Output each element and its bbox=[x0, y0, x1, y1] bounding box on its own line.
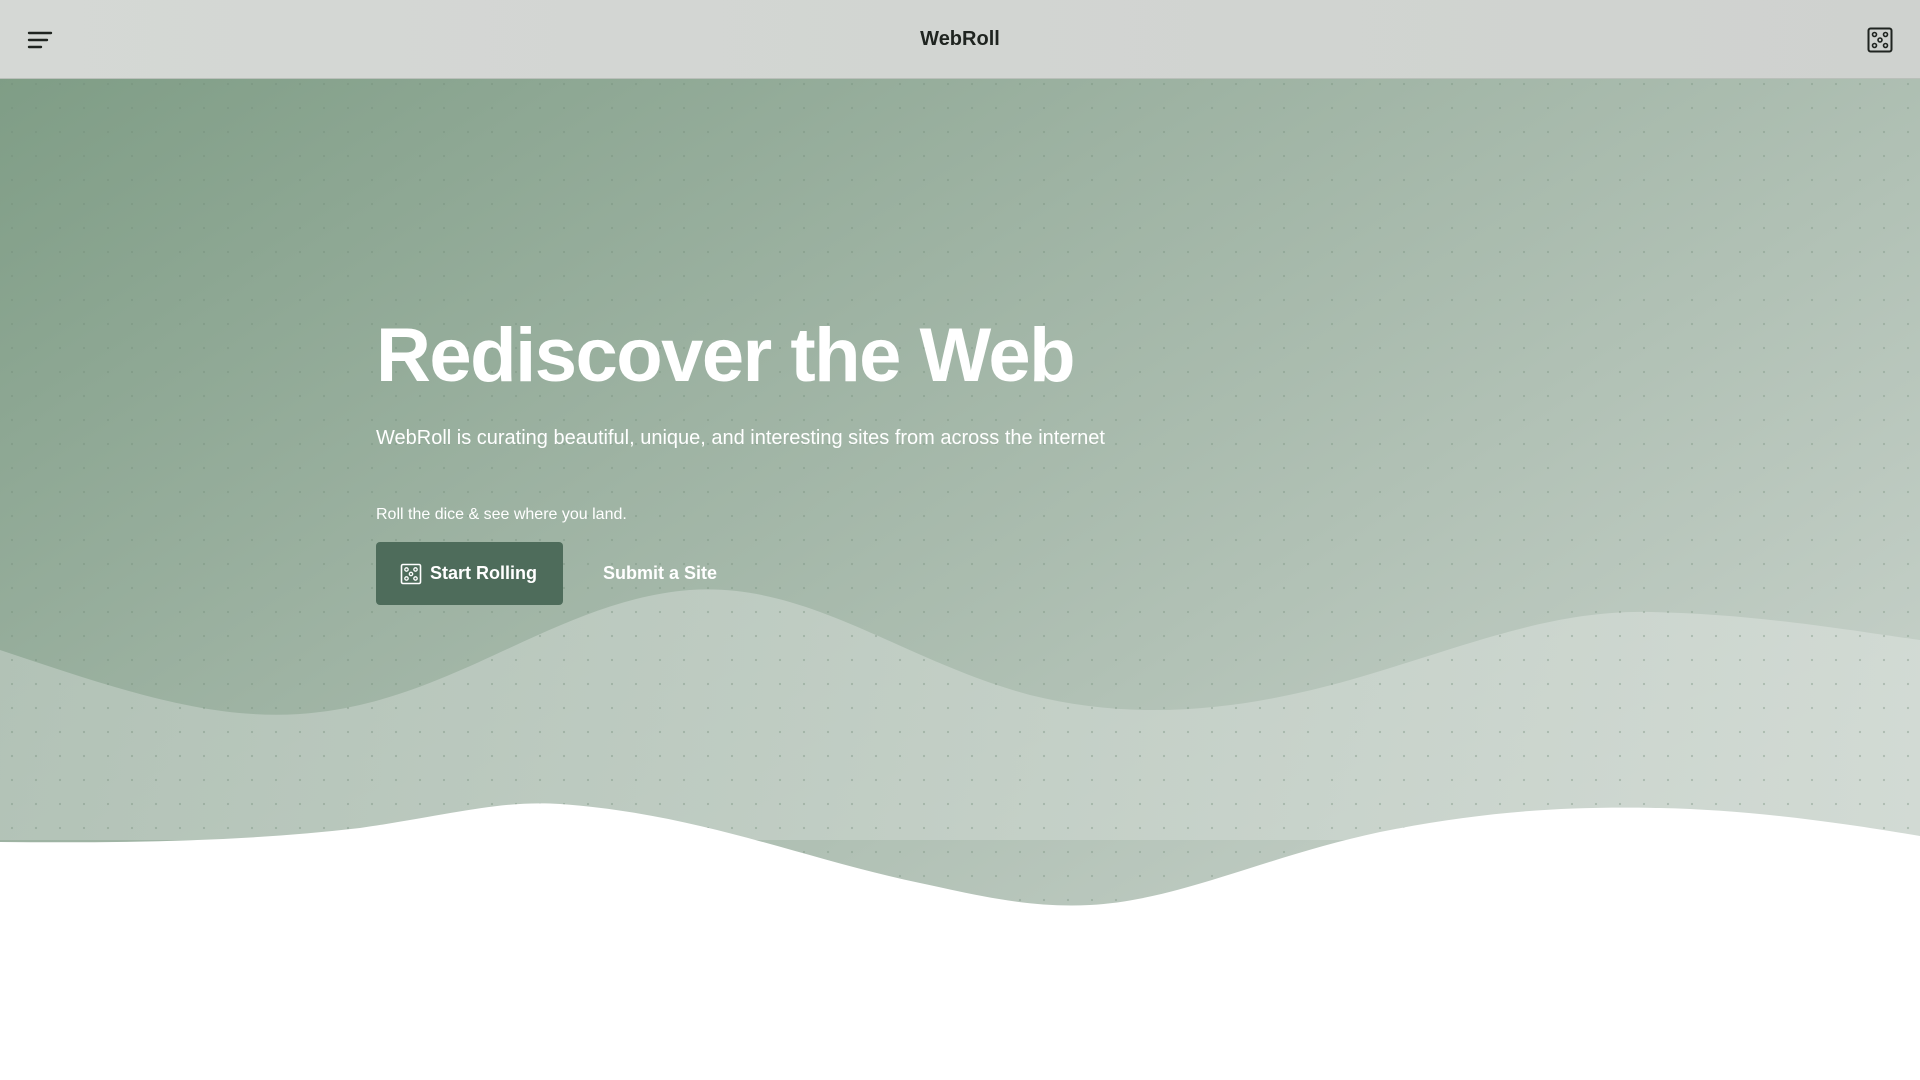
cta-note: Roll the dice & see where you land. bbox=[376, 506, 627, 523]
hero-headline: Rediscover the Web bbox=[376, 313, 1076, 398]
cta-row: Start Rolling Submit a Site bbox=[376, 542, 1576, 605]
dice-icon bbox=[1867, 27, 1893, 53]
submit-site-link[interactable]: Submit a Site bbox=[603, 563, 717, 584]
roll-dice-button[interactable] bbox=[1862, 22, 1898, 58]
dice-icon bbox=[400, 563, 422, 585]
top-nav-bar: WebRoll bbox=[0, 0, 1920, 79]
hero-section: Rediscover the Web WebRoll is curating b… bbox=[376, 310, 1576, 605]
hero-subheadline: WebRoll is curating beautiful, unique, a… bbox=[376, 427, 1105, 449]
page: WebRoll Rediscover the Web WebRoll is cu… bbox=[0, 0, 1920, 1080]
start-rolling-label: Start Rolling bbox=[430, 563, 537, 583]
menu-button[interactable] bbox=[22, 22, 58, 58]
menu-icon bbox=[27, 31, 53, 49]
start-rolling-button[interactable]: Start Rolling bbox=[376, 542, 563, 605]
site-title: WebRoll bbox=[920, 28, 1000, 50]
